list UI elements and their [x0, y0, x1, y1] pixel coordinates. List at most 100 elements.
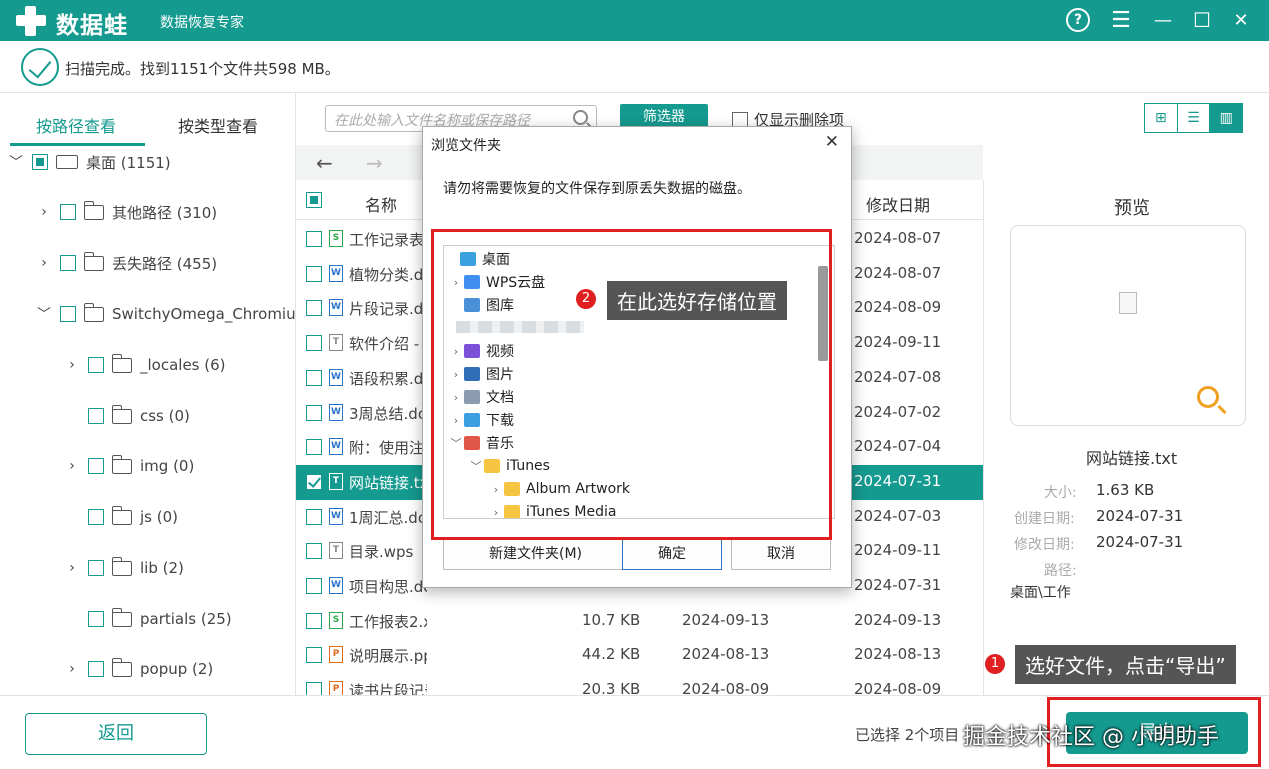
file-modified: 2024-07-31 [854, 471, 942, 490]
tree-item[interactable]: › 其他路径 (310) [36, 199, 217, 225]
file-modified: 2024-07-04 [854, 437, 942, 456]
close-button[interactable]: ✕ [1227, 6, 1255, 34]
text-file-icon: T [329, 472, 343, 490]
word-file-icon: W [329, 577, 343, 594]
chevron-right-icon[interactable]: › [64, 458, 80, 474]
list-view-icon[interactable]: ☰ [1178, 104, 1211, 132]
tab-by-type[interactable]: 按类型查看 [178, 113, 258, 137]
tree-item[interactable]: css (0) [64, 403, 190, 429]
file-name: 工作记录表 [349, 231, 425, 249]
grid-view-icon[interactable]: ⊞ [1145, 104, 1178, 132]
title-bar: 数据蛙 数据恢复专家 ? ☰ — ☐ ✕ [0, 0, 1269, 41]
tree-item[interactable]: partials (25) [64, 606, 232, 632]
table-row[interactable]: P 读书片段记录.... 20.3 KB 2024-08-09 2024-08-09 [296, 673, 983, 695]
new-folder-button[interactable]: 新建文件夹(M) [443, 538, 628, 570]
tree-item[interactable]: › popup (2) [64, 656, 213, 682]
tree-item-checkbox[interactable] [88, 408, 104, 424]
tree-item-checkbox[interactable] [88, 458, 104, 474]
ok-button[interactable]: 确定 [622, 538, 722, 570]
back-button[interactable]: 返回 [25, 713, 207, 755]
chevron-right-icon[interactable]: › [64, 357, 80, 373]
cancel-button[interactable]: 取消 [731, 538, 831, 570]
chevron-right-icon[interactable]: › [64, 560, 80, 576]
step1-tip: 选好文件，点击“导出” [1015, 645, 1236, 684]
maximize-button[interactable]: ☐ [1188, 6, 1216, 34]
search-icon[interactable] [573, 110, 588, 125]
row-checkbox[interactable] [306, 473, 322, 490]
chevron-right-icon[interactable]: › [64, 661, 80, 677]
tree-item[interactable]: ﹀ 桌面 (1151) [8, 149, 171, 175]
tab-by-path[interactable]: 按路径查看 [36, 113, 116, 137]
help-button[interactable]: ? [1064, 6, 1092, 34]
row-checkbox[interactable] [306, 578, 322, 594]
row-checkbox[interactable] [306, 265, 322, 282]
file-modified: 2024-08-13 [854, 645, 942, 664]
tree-item[interactable]: js (0) [64, 504, 178, 530]
select-all-checkbox[interactable] [306, 192, 322, 208]
table-row[interactable]: S 工作报表2.xlsx 10.7 KB 2024-09-13 2024-09-13 [296, 604, 983, 639]
chevron-right-icon[interactable]: › [36, 255, 52, 271]
tree-item-checkbox[interactable] [88, 661, 104, 677]
row-checkbox[interactable] [306, 404, 322, 421]
file-size: 20.3 KB [582, 680, 641, 695]
col-name[interactable]: 名称 [365, 192, 397, 216]
file-modified: 2024-09-13 [854, 610, 942, 629]
file-name: 网站链接.txt [349, 473, 427, 492]
row-checkbox[interactable] [306, 612, 322, 629]
tree-item-label: css (0) [140, 407, 190, 425]
tree-item-checkbox[interactable] [88, 509, 104, 525]
tree-item-checkbox[interactable] [60, 306, 76, 322]
tree-item-label: partials (25) [140, 610, 232, 628]
file-name: 目录.wps [349, 543, 414, 562]
row-checkbox[interactable] [306, 231, 322, 247]
tree-item[interactable]: › lib (2) [64, 555, 184, 581]
folder-icon [84, 251, 104, 271]
row-checkbox[interactable] [306, 439, 322, 456]
chevron-down-icon[interactable]: ﹀ [36, 304, 52, 324]
tree-item-checkbox[interactable] [88, 611, 104, 627]
tree-item[interactable]: › _locales (6) [64, 352, 226, 378]
col-modified[interactable]: 修改日期 [866, 192, 930, 216]
row-checkbox[interactable] [306, 543, 322, 560]
chevron-right-icon[interactable]: › [36, 204, 52, 220]
watermark: 掘金技术社区 @ 小明助手 [963, 725, 1219, 750]
file-modified: 2024-07-08 [854, 367, 942, 386]
row-checkbox[interactable] [306, 647, 322, 664]
forward-arrow-icon[interactable]: → [366, 151, 383, 175]
document-icon [1119, 292, 1137, 314]
tree-item-label: js (0) [140, 508, 178, 526]
row-checkbox[interactable] [306, 335, 322, 352]
minimize-button[interactable]: — [1149, 6, 1177, 34]
tree-item[interactable]: › 丢失路径 (455) [36, 250, 217, 276]
menu-button[interactable]: ☰ [1107, 6, 1135, 34]
tree-item-checkbox[interactable] [60, 255, 76, 271]
row-checkbox[interactable] [306, 300, 322, 317]
folder-icon [112, 657, 132, 677]
file-created: 2024-08-09 [682, 680, 770, 695]
row-checkbox[interactable] [306, 682, 322, 695]
created-value: 2024-07-31 [1096, 507, 1184, 525]
back-arrow-icon[interactable]: ← [316, 151, 333, 175]
row-checkbox[interactable] [306, 369, 322, 386]
tree-item-checkbox[interactable] [88, 560, 104, 576]
tree-item[interactable]: ﹀ SwitchyOmega_Chromium [36, 301, 295, 327]
tree-item-checkbox[interactable] [88, 357, 104, 373]
tree-item-checkbox[interactable] [32, 154, 48, 170]
dialog-close-icon[interactable]: ✕ [825, 132, 839, 152]
zoom-icon[interactable] [1197, 386, 1219, 408]
tree-item-label: popup (2) [140, 660, 214, 678]
file-name: 软件介绍 - [349, 335, 420, 354]
sidebar: 按路径查看 按类型查看 ﹀ 桌面 (1151) › 其他路径 (310) › 丢失路径 (… [0, 93, 296, 695]
chevron-down-icon[interactable]: ﹀ [8, 152, 24, 172]
table-row[interactable]: P 说明展示.pptx 44.2 KB 2024-08-13 2024-08-13 [296, 638, 983, 673]
tree-item-checkbox[interactable] [60, 204, 76, 220]
folder-icon [112, 556, 132, 576]
tree-item[interactable]: › img (0) [64, 453, 194, 479]
word-file-icon: W [329, 438, 343, 456]
created-label: 创建日期: [1014, 511, 1075, 527]
sheet-file-icon: S [329, 230, 343, 247]
preview-title: 预览 [1114, 198, 1150, 219]
file-size: 44.2 KB [582, 645, 641, 664]
detail-view-icon[interactable]: ▥ [1210, 104, 1243, 132]
row-checkbox[interactable] [306, 508, 322, 525]
